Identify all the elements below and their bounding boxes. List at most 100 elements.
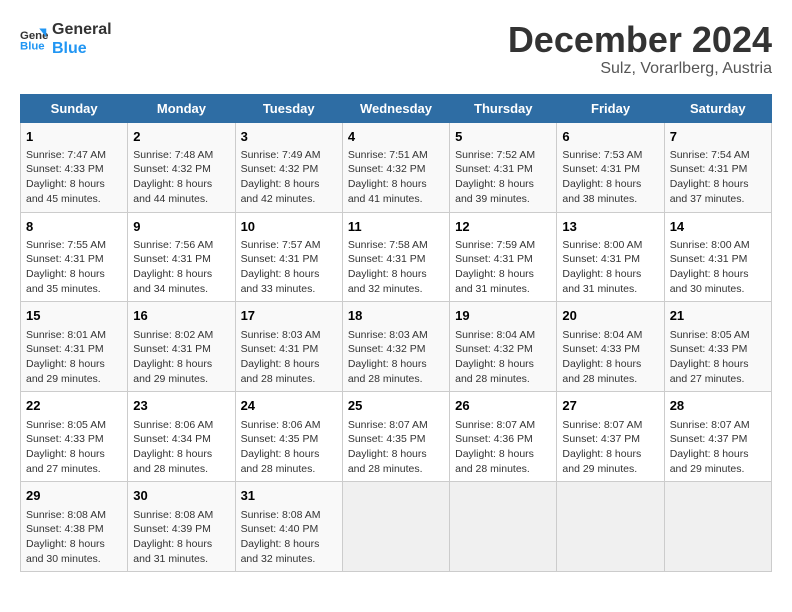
day-number: 10 <box>241 218 337 236</box>
day-number: 19 <box>455 307 551 325</box>
day-info: Sunrise: 8:03 AM Sunset: 4:32 PM Dayligh… <box>348 328 444 387</box>
day-number: 21 <box>670 307 766 325</box>
weekday-header-sunday: Sunday <box>21 94 128 122</box>
location-subtitle: Sulz, Vorarlberg, Austria <box>508 60 772 78</box>
logo-icon: General Blue <box>20 25 48 53</box>
day-info: Sunrise: 8:07 AM Sunset: 4:35 PM Dayligh… <box>348 418 444 477</box>
calendar-cell: 31 Sunrise: 8:08 AM Sunset: 4:40 PM Dayli… <box>235 482 342 572</box>
day-number: 11 <box>348 218 444 236</box>
calendar-cell: 22Sunrise: 8:05 AM Sunset: 4:33 PM Dayli… <box>21 392 128 482</box>
day-number: 3 <box>241 128 337 146</box>
calendar-cell: 11 Sunrise: 7:58 AM Sunset: 4:31 PM Dayli… <box>342 212 449 302</box>
day-info: Sunrise: 7:54 AM Sunset: 4:31 PM Dayligh… <box>670 148 766 207</box>
calendar-cell: 12Sunrise: 7:59 AM Sunset: 4:31 PM Dayli… <box>450 212 557 302</box>
day-info: Sunrise: 7:55 AM Sunset: 4:31 PM Dayligh… <box>26 238 122 297</box>
page-header: General Blue General Blue December 2024 … <box>20 20 772 78</box>
svg-text:Blue: Blue <box>20 41 45 53</box>
day-info: Sunrise: 8:03 AM Sunset: 4:31 PM Dayligh… <box>241 328 337 387</box>
weekday-header-saturday: Saturday <box>664 94 771 122</box>
logo-blue: Blue <box>52 39 112 58</box>
calendar-cell: 9 Sunrise: 7:56 AM Sunset: 4:31 PM Daylig… <box>128 212 235 302</box>
day-info: Sunrise: 8:08 AM Sunset: 4:40 PM Dayligh… <box>241 508 337 567</box>
day-info: Sunrise: 7:52 AM Sunset: 4:31 PM Dayligh… <box>455 148 551 207</box>
weekday-header-tuesday: Tuesday <box>235 94 342 122</box>
calendar-cell: 7 Sunrise: 7:54 AM Sunset: 4:31 PM Daylig… <box>664 122 771 212</box>
calendar-cell <box>450 482 557 572</box>
day-number: 5 <box>455 128 551 146</box>
day-number: 9 <box>133 218 229 236</box>
calendar-cell: 17 Sunrise: 8:03 AM Sunset: 4:31 PM Dayli… <box>235 302 342 392</box>
weekday-header-wednesday: Wednesday <box>342 94 449 122</box>
calendar-cell: 23 Sunrise: 8:06 AM Sunset: 4:34 PM Dayli… <box>128 392 235 482</box>
month-title: December 2024 <box>508 20 772 60</box>
calendar-cell: 6 Sunrise: 7:53 AM Sunset: 4:31 PM Daylig… <box>557 122 664 212</box>
calendar-cell: 24Sunrise: 8:06 AM Sunset: 4:35 PM Dayli… <box>235 392 342 482</box>
calendar-cell: 2 Sunrise: 7:48 AM Sunset: 4:32 PM Daylig… <box>128 122 235 212</box>
day-info: Sunrise: 8:08 AM Sunset: 4:39 PM Dayligh… <box>133 508 229 567</box>
day-info: Sunrise: 8:07 AM Sunset: 4:37 PM Dayligh… <box>670 418 766 477</box>
calendar-cell: 10 Sunrise: 7:57 AM Sunset: 4:31 PM Dayli… <box>235 212 342 302</box>
calendar-cell: 8Sunrise: 7:55 AM Sunset: 4:31 PM Daylig… <box>21 212 128 302</box>
day-info: Sunrise: 7:48 AM Sunset: 4:32 PM Dayligh… <box>133 148 229 207</box>
weekday-header-thursday: Thursday <box>450 94 557 122</box>
day-number: 23 <box>133 397 229 415</box>
day-number: 20 <box>562 307 658 325</box>
day-info: Sunrise: 7:53 AM Sunset: 4:31 PM Dayligh… <box>562 148 658 207</box>
day-number: 6 <box>562 128 658 146</box>
calendar-cell: 16 Sunrise: 8:02 AM Sunset: 4:31 PM Dayli… <box>128 302 235 392</box>
day-number: 26 <box>455 397 551 415</box>
day-info: Sunrise: 7:57 AM Sunset: 4:31 PM Dayligh… <box>241 238 337 297</box>
calendar-cell: 5 Sunrise: 7:52 AM Sunset: 4:31 PM Daylig… <box>450 122 557 212</box>
day-number: 29 <box>26 487 122 505</box>
day-info: Sunrise: 8:02 AM Sunset: 4:31 PM Dayligh… <box>133 328 229 387</box>
day-info: Sunrise: 7:51 AM Sunset: 4:32 PM Dayligh… <box>348 148 444 207</box>
day-number: 31 <box>241 487 337 505</box>
calendar-cell: 20Sunrise: 8:04 AM Sunset: 4:33 PM Dayli… <box>557 302 664 392</box>
calendar-cell: 18 Sunrise: 8:03 AM Sunset: 4:32 PM Dayli… <box>342 302 449 392</box>
day-number: 17 <box>241 307 337 325</box>
day-info: Sunrise: 7:58 AM Sunset: 4:31 PM Dayligh… <box>348 238 444 297</box>
day-number: 2 <box>133 128 229 146</box>
day-number: 25 <box>348 397 444 415</box>
day-info: Sunrise: 7:59 AM Sunset: 4:31 PM Dayligh… <box>455 238 551 297</box>
day-number: 16 <box>133 307 229 325</box>
day-number: 22 <box>26 397 122 415</box>
calendar-table: SundayMondayTuesdayWednesdayThursdayFrid… <box>20 94 772 573</box>
day-info: Sunrise: 7:49 AM Sunset: 4:32 PM Dayligh… <box>241 148 337 207</box>
day-number: 15 <box>26 307 122 325</box>
week-row-3: 15Sunrise: 8:01 AM Sunset: 4:31 PM Dayli… <box>21 302 772 392</box>
calendar-cell: 21Sunrise: 8:05 AM Sunset: 4:33 PM Dayli… <box>664 302 771 392</box>
day-number: 28 <box>670 397 766 415</box>
day-number: 30 <box>133 487 229 505</box>
day-number: 7 <box>670 128 766 146</box>
day-info: Sunrise: 8:04 AM Sunset: 4:32 PM Dayligh… <box>455 328 551 387</box>
day-info: Sunrise: 7:47 AM Sunset: 4:33 PM Dayligh… <box>26 148 122 207</box>
week-row-1: 1Sunrise: 7:47 AM Sunset: 4:33 PM Daylig… <box>21 122 772 212</box>
calendar-cell: 19 Sunrise: 8:04 AM Sunset: 4:32 PM Dayli… <box>450 302 557 392</box>
calendar-header-row: SundayMondayTuesdayWednesdayThursdayFrid… <box>21 94 772 122</box>
logo: General Blue General Blue <box>20 20 112 58</box>
calendar-cell <box>664 482 771 572</box>
calendar-cell: 13Sunrise: 8:00 AM Sunset: 4:31 PM Dayli… <box>557 212 664 302</box>
logo-general: General <box>52 20 112 39</box>
calendar-cell: 14Sunrise: 8:00 AM Sunset: 4:31 PM Dayli… <box>664 212 771 302</box>
day-info: Sunrise: 8:00 AM Sunset: 4:31 PM Dayligh… <box>670 238 766 297</box>
day-info: Sunrise: 8:07 AM Sunset: 4:37 PM Dayligh… <box>562 418 658 477</box>
day-number: 4 <box>348 128 444 146</box>
calendar-cell <box>342 482 449 572</box>
calendar-cell: 26Sunrise: 8:07 AM Sunset: 4:36 PM Dayli… <box>450 392 557 482</box>
day-number: 27 <box>562 397 658 415</box>
day-info: Sunrise: 7:56 AM Sunset: 4:31 PM Dayligh… <box>133 238 229 297</box>
week-row-5: 29Sunrise: 8:08 AM Sunset: 4:38 PM Dayli… <box>21 482 772 572</box>
day-info: Sunrise: 8:06 AM Sunset: 4:34 PM Dayligh… <box>133 418 229 477</box>
day-number: 18 <box>348 307 444 325</box>
calendar-cell: 27 Sunrise: 8:07 AM Sunset: 4:37 PM Dayli… <box>557 392 664 482</box>
weekday-header-monday: Monday <box>128 94 235 122</box>
calendar-cell: 29Sunrise: 8:08 AM Sunset: 4:38 PM Dayli… <box>21 482 128 572</box>
day-info: Sunrise: 8:06 AM Sunset: 4:35 PM Dayligh… <box>241 418 337 477</box>
calendar-cell: 4 Sunrise: 7:51 AM Sunset: 4:32 PM Daylig… <box>342 122 449 212</box>
calendar-cell: 3 Sunrise: 7:49 AM Sunset: 4:32 PM Daylig… <box>235 122 342 212</box>
calendar-cell: 15Sunrise: 8:01 AM Sunset: 4:31 PM Dayli… <box>21 302 128 392</box>
calendar-cell: 28 Sunrise: 8:07 AM Sunset: 4:37 PM Dayli… <box>664 392 771 482</box>
weekday-header-friday: Friday <box>557 94 664 122</box>
